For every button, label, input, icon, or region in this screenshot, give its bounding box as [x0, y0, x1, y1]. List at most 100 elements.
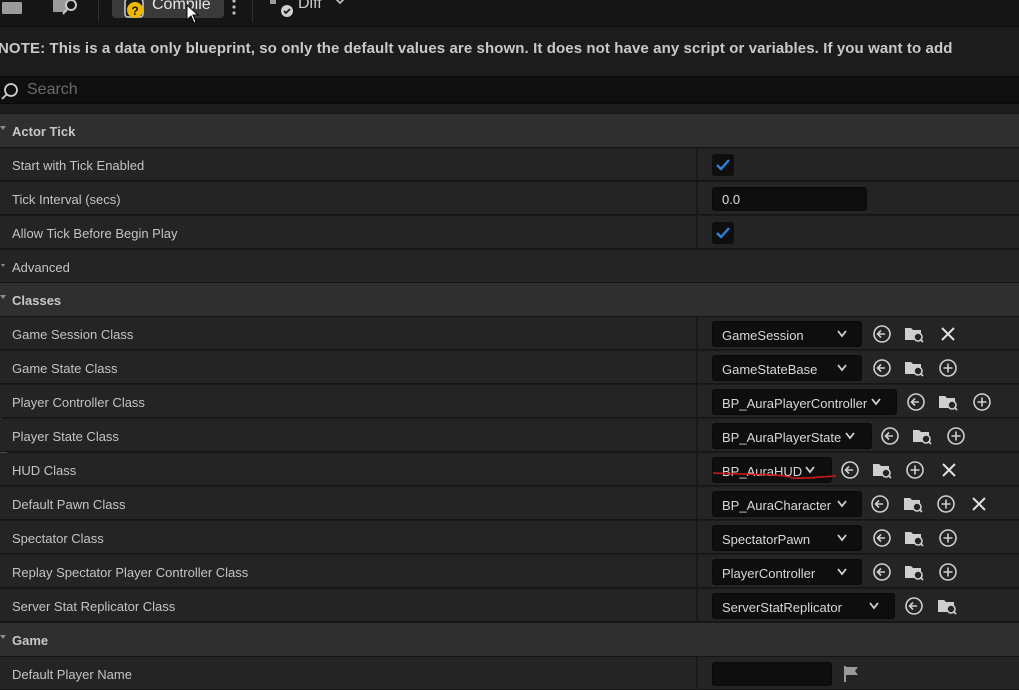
browse-asset-icon[interactable]: [937, 596, 957, 616]
add-new-icon[interactable]: [905, 460, 925, 480]
player-state-class-combo[interactable]: BP_AuraPlayerState: [712, 423, 872, 449]
checkmark-icon: [716, 159, 730, 171]
replay-spectator-pc-class-combo[interactable]: PlayerController: [712, 559, 862, 585]
clear-icon[interactable]: [939, 460, 959, 480]
combo-value: BP_AuraPlayerState: [722, 430, 842, 445]
search-icon: [1, 83, 18, 100]
more-options-icon[interactable]: [226, 0, 242, 16]
property-row-player-controller-class: Player Controller Class BP_AuraPlayerCon…: [0, 385, 1019, 418]
browse-asset-icon[interactable]: [904, 324, 924, 344]
property-row-start-with-tick-enabled: Start with Tick Enabled: [0, 148, 1019, 181]
category-game[interactable]: Game: [0, 623, 1019, 657]
tick-interval-input[interactable]: [713, 188, 866, 210]
game-session-class-combo[interactable]: GameSession: [712, 321, 862, 347]
player-controller-class-combo[interactable]: BP_AuraPlayerController: [712, 389, 897, 415]
add-new-icon[interactable]: [938, 562, 958, 582]
default-pawn-class-combo[interactable]: BP_AuraCharacter: [712, 491, 862, 517]
compile-status-icon: ?: [124, 0, 144, 18]
add-new-icon[interactable]: [938, 358, 958, 378]
checkmark-icon: [716, 227, 730, 239]
chevron-down-icon: [837, 364, 847, 372]
browse-asset-icon[interactable]: [938, 392, 958, 412]
expand-arrow-icon: [0, 126, 6, 130]
combo-value: GameStateBase: [722, 362, 818, 377]
property-label: Player State Class: [12, 429, 119, 444]
use-selected-icon[interactable]: [872, 324, 892, 344]
compile-button[interactable]: ? Compile: [112, 0, 224, 18]
use-selected-icon[interactable]: [906, 392, 926, 412]
search-bar: [0, 69, 1019, 111]
clear-icon[interactable]: [969, 494, 989, 514]
search-input[interactable]: [27, 79, 927, 101]
property-label: Player Controller Class: [12, 395, 145, 410]
flag-icon[interactable]: [842, 665, 860, 683]
diff-button[interactable]: Diff: [266, 0, 350, 17]
browse-asset-icon[interactable]: [903, 494, 923, 514]
mouse-cursor-icon: [186, 4, 200, 24]
use-selected-icon[interactable]: [872, 562, 892, 582]
allow-tick-before-begin-play-checkbox[interactable]: [712, 222, 734, 244]
property-row-default-pawn-class: Default Pawn Class BP_AuraCharacter: [0, 487, 1019, 520]
tick-interval-field[interactable]: [712, 187, 867, 211]
combo-value: PlayerController: [722, 566, 816, 581]
combo-value: BP_AuraCharacter: [722, 498, 832, 513]
combo-value: BP_AuraPlayerController: [722, 396, 868, 411]
expand-arrow-icon: [1, 264, 5, 267]
notice-text: NOTE: This is a data only blueprint, so …: [0, 40, 953, 57]
start-with-tick-enabled-checkbox[interactable]: [712, 154, 734, 176]
property-label: Spectator Class: [12, 531, 104, 546]
add-new-icon[interactable]: [972, 392, 992, 412]
diff-label: Diff: [298, 0, 322, 12]
chevron-down-icon: [837, 330, 847, 338]
add-new-icon[interactable]: [936, 494, 956, 514]
chevron-down-icon: [837, 534, 847, 542]
browse-asset-icon[interactable]: [912, 426, 932, 446]
save-icon[interactable]: [2, 2, 22, 14]
property-row-replay-spectator-player-controller-class: Replay Spectator Player Controller Class…: [0, 555, 1019, 588]
chevron-down-icon: [845, 432, 855, 440]
advanced-label: Advanced: [12, 260, 70, 275]
chevron-down-icon: [869, 602, 879, 610]
spectator-class-combo[interactable]: SpectatorPawn: [712, 525, 862, 551]
property-label: Game State Class: [12, 361, 118, 376]
category-label: Classes: [12, 293, 62, 308]
game-state-class-combo[interactable]: GameStateBase: [712, 355, 862, 381]
add-new-icon[interactable]: [938, 528, 958, 548]
property-row-default-player-name: Default Player Name: [0, 657, 1019, 690]
expand-arrow-icon: [0, 635, 6, 639]
use-selected-icon[interactable]: [880, 426, 900, 446]
toolbar: ? Compile Diff: [0, 0, 1019, 27]
data-only-notice: NOTE: This is a data only blueprint, so …: [0, 27, 1019, 69]
property-row-tick-interval: Tick Interval (secs): [0, 182, 1019, 215]
browse-asset-icon[interactable]: [904, 358, 924, 378]
browse-asset-icon[interactable]: [872, 460, 892, 480]
advanced-section[interactable]: Advanced: [0, 250, 1019, 283]
content-browser-icon[interactable]: [52, 0, 82, 16]
chevron-down-icon: [837, 568, 847, 576]
category-classes[interactable]: Classes: [0, 283, 1019, 317]
expand-arrow-icon: [0, 295, 6, 299]
server-stat-replicator-class-combo[interactable]: ServerStatReplicator: [712, 593, 895, 619]
category-label: Game: [12, 633, 49, 648]
combo-value: GameSession: [722, 328, 804, 343]
search-box[interactable]: [0, 76, 1019, 104]
use-selected-icon[interactable]: [840, 460, 860, 480]
add-new-icon[interactable]: [946, 426, 966, 446]
default-player-name-field[interactable]: [712, 662, 832, 686]
use-selected-icon[interactable]: [872, 528, 892, 548]
svg-text:?: ?: [131, 4, 138, 18]
property-label: Replay Spectator Player Controller Class: [12, 565, 249, 580]
use-selected-icon[interactable]: [872, 358, 892, 378]
browse-asset-icon[interactable]: [904, 562, 924, 582]
property-label: Start with Tick Enabled: [12, 158, 145, 173]
category-actor-tick[interactable]: Actor Tick: [0, 114, 1019, 148]
property-label: HUD Class: [12, 463, 77, 478]
clear-icon[interactable]: [938, 324, 958, 344]
use-selected-icon[interactable]: [904, 596, 924, 616]
property-label: Server Stat Replicator Class: [12, 599, 176, 614]
use-selected-icon[interactable]: [870, 494, 890, 514]
property-label: Default Player Name: [12, 667, 132, 682]
browse-asset-icon[interactable]: [904, 528, 924, 548]
category-label: Actor Tick: [12, 124, 76, 139]
property-row-game-session-class: Game Session Class GameSession: [0, 317, 1019, 350]
